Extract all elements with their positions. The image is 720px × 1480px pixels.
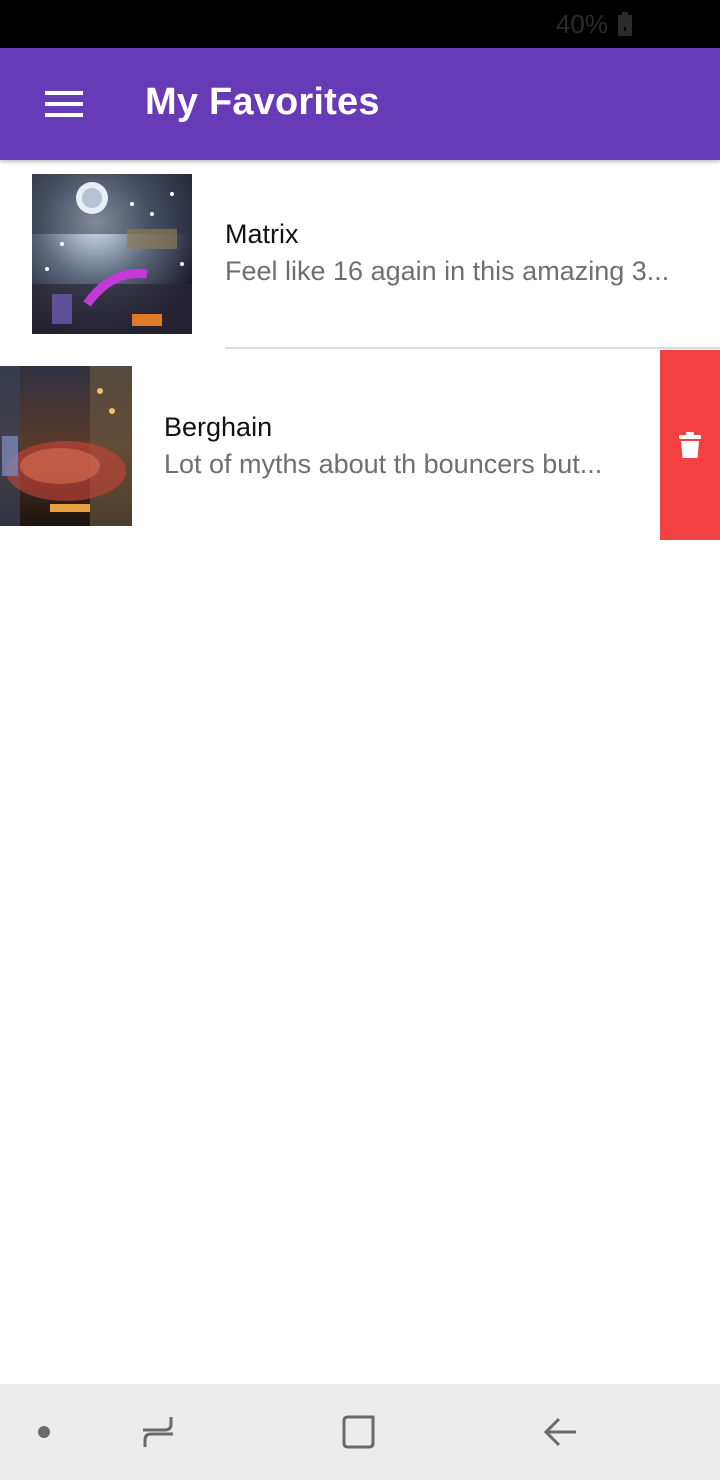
page-title: My Favorites <box>145 81 380 123</box>
battery-percentage: 40% <box>555 9 608 39</box>
hamburger-menu-icon <box>45 91 83 117</box>
favorite-title: Berghain <box>164 412 273 442</box>
matrix-thumbnail <box>32 174 192 334</box>
favorite-item-matrix[interactable]: Matrix Feel like 16 again in this amazin… <box>0 160 720 350</box>
trash-icon <box>679 432 701 458</box>
berghain-thumbnail <box>0 366 132 526</box>
favorite-description: Feel like 16 again in this amazing 3... <box>225 256 670 286</box>
app-bar: My Favorites <box>0 48 720 160</box>
menu-button[interactable] <box>28 72 100 136</box>
favorite-description: Lot of myths about th bouncers but... <box>164 449 603 479</box>
list-divider <box>225 347 720 349</box>
back-icon <box>543 1417 576 1447</box>
back-button[interactable] <box>531 1402 591 1462</box>
dot-icon <box>38 1426 50 1438</box>
favorite-item-berghain[interactable]: Berghain Lot of myths about th bouncers … <box>0 350 660 540</box>
favorite-title: Matrix <box>225 219 299 249</box>
home-icon <box>342 1415 375 1449</box>
home-button[interactable] <box>329 1402 389 1462</box>
recents-button[interactable] <box>128 1402 188 1462</box>
status-bar: 40% <box>0 0 720 48</box>
recents-icon <box>143 1417 173 1447</box>
delete-swipe-action[interactable] <box>660 350 720 540</box>
battery-icon <box>618 12 632 36</box>
system-navigation-bar <box>0 1384 720 1480</box>
nav-dot-button[interactable] <box>14 1402 74 1462</box>
